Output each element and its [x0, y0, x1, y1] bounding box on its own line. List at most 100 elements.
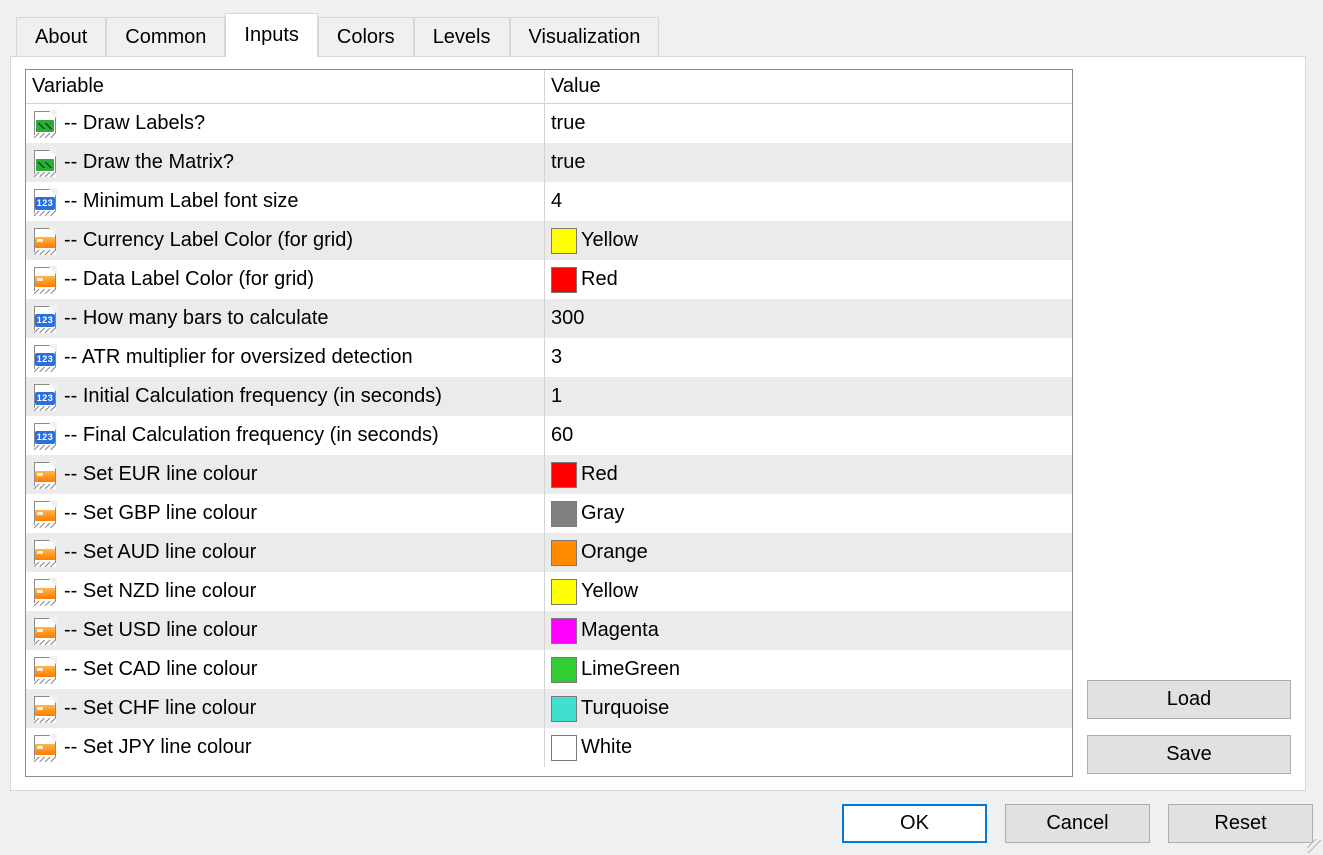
- variable-label: -- Set AUD line colour: [64, 541, 256, 564]
- variable-label: -- Final Calculation frequency (in secon…: [64, 424, 439, 447]
- color-param-icon: [32, 578, 58, 606]
- value-text: true: [551, 151, 585, 174]
- color-swatch[interactable]: [551, 657, 577, 683]
- value-cell[interactable]: 60: [544, 416, 1072, 455]
- ok-button[interactable]: OK: [842, 804, 987, 843]
- value-cell[interactable]: true: [544, 104, 1072, 143]
- grid-body: -- Draw Labels? true -- Draw the Matrix? tr…: [26, 104, 1072, 767]
- color-swatch[interactable]: [551, 735, 577, 761]
- color-swatch[interactable]: [551, 501, 577, 527]
- column-header-value[interactable]: Value: [544, 70, 1072, 103]
- color-swatch[interactable]: [551, 579, 577, 605]
- table-row[interactable]: -- Set NZD line colourYellow: [26, 572, 1072, 611]
- inputs-panel: Variable Value -- Draw Labels?true-- Dra…: [10, 56, 1306, 791]
- variable-cell[interactable]: -- Set USD line colour: [26, 611, 544, 650]
- value-text: White: [581, 736, 632, 759]
- value-cell[interactable]: Yellow: [544, 221, 1072, 260]
- int-param-icon: 123: [32, 305, 58, 333]
- value-cell[interactable]: 300: [544, 299, 1072, 338]
- color-param-icon: [32, 461, 58, 489]
- variable-cell[interactable]: -- Set CHF line colour: [26, 689, 544, 728]
- variable-cell[interactable]: 123 -- Minimum Label font size: [26, 182, 544, 221]
- variable-cell[interactable]: -- Draw Labels?: [26, 104, 544, 143]
- color-swatch[interactable]: [551, 228, 577, 254]
- variable-label: -- How many bars to calculate: [64, 307, 329, 330]
- variable-cell[interactable]: 123-- ATR multiplier for oversized detec…: [26, 338, 544, 377]
- tab-inputs[interactable]: Inputs: [225, 13, 317, 57]
- table-row[interactable]: 123 -- Final Calculation frequency (in se…: [26, 416, 1072, 455]
- value-text: true: [551, 112, 585, 135]
- color-swatch[interactable]: [551, 462, 577, 488]
- variable-cell[interactable]: -- Currency Label Color (for grid): [26, 221, 544, 260]
- tab-common[interactable]: Common: [106, 17, 225, 57]
- value-cell[interactable]: Red: [544, 455, 1072, 494]
- tab-visualization[interactable]: Visualization: [510, 17, 660, 57]
- tab-colors[interactable]: Colors: [318, 17, 414, 57]
- variable-cell[interactable]: 123 -- How many bars to calculate: [26, 299, 544, 338]
- save-button[interactable]: Save: [1087, 735, 1291, 774]
- value-cell[interactable]: Red: [544, 260, 1072, 299]
- cancel-button[interactable]: Cancel: [1005, 804, 1150, 843]
- table-row[interactable]: -- Set JPY line colour White: [26, 728, 1072, 767]
- color-swatch[interactable]: [551, 540, 577, 566]
- variable-cell[interactable]: -- Set GBP line colour: [26, 494, 544, 533]
- value-cell[interactable]: 4: [544, 182, 1072, 221]
- table-row[interactable]: -- Set CAD line colour LimeGreen: [26, 650, 1072, 689]
- value-cell[interactable]: 1: [544, 377, 1072, 416]
- variable-label: -- Draw Labels?: [64, 112, 205, 135]
- value-cell[interactable]: Orange: [544, 533, 1072, 572]
- variable-cell[interactable]: -- Set EUR line colour: [26, 455, 544, 494]
- variable-cell[interactable]: -- Set NZD line colour: [26, 572, 544, 611]
- value-cell[interactable]: true: [544, 143, 1072, 182]
- int-param-icon: 123: [32, 422, 58, 450]
- table-row[interactable]: 123 -- How many bars to calculate 300: [26, 299, 1072, 338]
- tab-about[interactable]: About: [16, 17, 106, 57]
- table-row[interactable]: -- Draw Labels? true: [26, 104, 1072, 143]
- variable-cell[interactable]: -- Set CAD line colour: [26, 650, 544, 689]
- int-param-icon: 123: [32, 188, 58, 216]
- inputs-grid[interactable]: Variable Value -- Draw Labels?true-- Dra…: [25, 69, 1073, 777]
- value-text: LimeGreen: [581, 658, 680, 681]
- variable-label: -- Set GBP line colour: [64, 502, 257, 525]
- value-text: 300: [551, 307, 584, 330]
- value-cell[interactable]: Yellow: [544, 572, 1072, 611]
- table-row[interactable]: -- Set CHF line colour Turquoise: [26, 689, 1072, 728]
- resize-grip-icon[interactable]: [1307, 839, 1321, 853]
- value-text: Red: [581, 463, 618, 486]
- table-row[interactable]: -- Set GBP line colour Gray: [26, 494, 1072, 533]
- value-cell[interactable]: 3: [544, 338, 1072, 377]
- table-row[interactable]: -- Set EUR line colour Red: [26, 455, 1072, 494]
- table-row[interactable]: -- Draw the Matrix? true: [26, 143, 1072, 182]
- value-text: Turquoise: [581, 697, 669, 720]
- variable-cell[interactable]: -- Set AUD line colour: [26, 533, 544, 572]
- variable-cell[interactable]: 123 -- Final Calculation frequency (in se…: [26, 416, 544, 455]
- variable-cell[interactable]: -- Data Label Color (for grid): [26, 260, 544, 299]
- value-cell[interactable]: White: [544, 728, 1072, 767]
- table-row[interactable]: -- Currency Label Color (for grid) Yellow: [26, 221, 1072, 260]
- value-cell[interactable]: Magenta: [544, 611, 1072, 650]
- variable-cell[interactable]: -- Set JPY line colour: [26, 728, 544, 767]
- value-cell[interactable]: LimeGreen: [544, 650, 1072, 689]
- variable-label: -- Set CHF line colour: [64, 697, 256, 720]
- color-swatch[interactable]: [551, 267, 577, 293]
- column-header-variable[interactable]: Variable: [26, 70, 544, 103]
- reset-button[interactable]: Reset: [1168, 804, 1313, 843]
- table-row[interactable]: -- Data Label Color (for grid)Red: [26, 260, 1072, 299]
- variable-cell[interactable]: -- Draw the Matrix?: [26, 143, 544, 182]
- load-button[interactable]: Load: [1087, 680, 1291, 719]
- table-row[interactable]: 123-- Initial Calculation frequency (in …: [26, 377, 1072, 416]
- variable-cell[interactable]: 123-- Initial Calculation frequency (in …: [26, 377, 544, 416]
- value-text: Yellow: [581, 229, 638, 252]
- color-swatch[interactable]: [551, 618, 577, 644]
- tab-levels[interactable]: Levels: [414, 17, 510, 57]
- table-row[interactable]: -- Set AUD line colour Orange: [26, 533, 1072, 572]
- color-param-icon: [32, 695, 58, 723]
- value-text: 4: [551, 190, 562, 213]
- table-row[interactable]: 123-- ATR multiplier for oversized detec…: [26, 338, 1072, 377]
- color-swatch[interactable]: [551, 696, 577, 722]
- value-cell[interactable]: Gray: [544, 494, 1072, 533]
- value-cell[interactable]: Turquoise: [544, 689, 1072, 728]
- table-row[interactable]: 123 -- Minimum Label font size 4: [26, 182, 1072, 221]
- table-row[interactable]: -- Set USD line colourMagenta: [26, 611, 1072, 650]
- variable-label: -- Minimum Label font size: [64, 190, 299, 213]
